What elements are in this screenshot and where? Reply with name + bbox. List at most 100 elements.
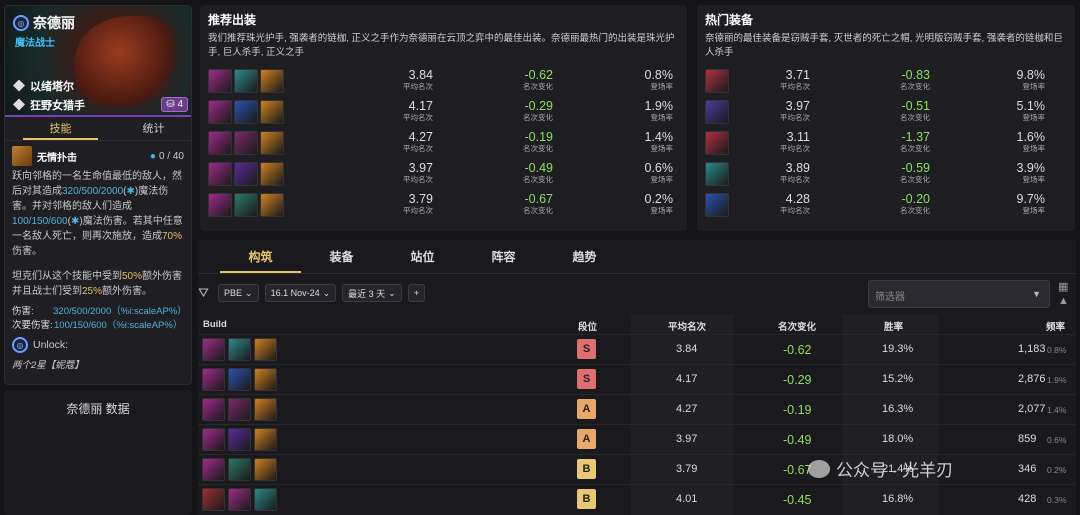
item-icon[interactable] [208,193,232,217]
item-icon[interactable] [228,338,251,361]
cell-freq: 346 [1018,463,1037,475]
stat-label: 登场率 [650,206,674,215]
table-header: Build 段位 平均名次 名次变化 胜率 频率 [198,314,1076,334]
item-icon[interactable] [208,162,232,186]
cell-win: 16.3% [882,403,914,415]
item-icon[interactable] [234,162,258,186]
hot-item-row[interactable]: 3.97 平均名次 -0.51 名次变化 5.1% 登场率 [705,97,1067,128]
item-icon[interactable] [202,488,225,511]
recommended-row[interactable]: 3.97 平均名次 -0.49 名次变化 0.6% 登场率 [208,159,679,190]
tier-badge: B [577,459,596,479]
add-filter-button[interactable]: + [407,284,425,302]
item-icon[interactable] [228,458,251,481]
table-row[interactable]: S 3.84 -0.62 19.3% 1,183 0.8% [198,334,1076,364]
recommended-row[interactable]: 4.27 平均名次 -0.19 名次变化 1.4% 登场率 [208,128,679,159]
item-icon[interactable] [260,100,284,124]
item-icon[interactable] [202,368,225,391]
item-icon[interactable] [234,100,258,124]
hot-title: 热门装备 [705,13,754,27]
table-row[interactable]: A 3.97 -0.49 18.0% 859 0.6% [198,424,1076,454]
item-icon[interactable] [208,69,232,93]
recommended-row[interactable]: 4.17 平均名次 -0.29 名次变化 1.9% 登场率 [208,97,679,128]
tab-skills[interactable]: 技能 [23,117,98,140]
build-items [202,488,277,511]
trait-item[interactable]: 狂野女猎手 [13,95,85,114]
champion-data-title: 奈德丽 数据 [66,402,130,416]
item-icon[interactable] [254,368,277,391]
item-icon[interactable] [228,428,251,451]
chart-view-icon[interactable]: ▲ [1058,294,1074,308]
tab-stats[interactable]: 统计 [116,117,191,140]
item-icon[interactable] [260,162,284,186]
item-icon[interactable] [202,458,225,481]
hot-item-row[interactable]: 3.89 平均名次 -0.59 名次变化 3.9% 登场率 [705,159,1067,190]
item-icon[interactable] [254,458,277,481]
stat-value: 0.8% [644,68,674,82]
skill-description: 跃向邻格的一名生命值最低的敌人，然后对其造成320/500/2000(✱)魔法伤… [12,171,183,257]
item-icon[interactable] [202,338,225,361]
stat-avg: 4.17 平均名次 [403,99,433,122]
recommended-row[interactable]: 3.84 平均名次 -0.62 名次变化 0.8% 登场率 [208,66,679,97]
item-icon[interactable] [234,131,258,155]
th-build[interactable]: Build [203,319,227,330]
th-avg[interactable]: 平均名次 [668,319,706,333]
skill-name: 无情扑击 [37,152,77,164]
filter-search-select[interactable]: 筛选器 ▼ [868,280,1050,308]
table-row[interactable]: S 4.17 -0.29 15.2% 2,876 1.9% [198,364,1076,394]
server-select[interactable]: PBE ⌄ [218,284,259,302]
hot-item-row[interactable]: 3.11 平均名次 -1.37 名次变化 1.6% 登场率 [705,128,1067,159]
item-icon[interactable] [260,131,284,155]
recommended-row[interactable]: 3.79 平均名次 -0.67 名次变化 0.2% 登场率 [208,190,679,221]
stat-chg: -0.19 名次变化 [523,130,553,153]
tab-trends[interactable]: 趋势 [544,240,625,273]
item-set [705,100,729,124]
item-icon[interactable] [208,131,232,155]
stat-label: 登场率 [1022,144,1046,153]
item-icon[interactable] [254,428,277,451]
item-icon[interactable] [234,193,258,217]
hot-item-row[interactable]: 4.28 平均名次 -0.20 名次变化 9.7% 登场率 [705,190,1067,221]
item-icon[interactable] [202,428,225,451]
item-icon[interactable] [254,398,277,421]
table-row[interactable]: B 4.01 -0.45 16.8% 428 0.3% [198,484,1076,514]
cell-freq-pct: 0.2% [1047,465,1067,475]
item-icon[interactable] [202,398,225,421]
patch-select[interactable]: 16.1 Nov-24 ⌄ [264,284,337,302]
item-icon[interactable] [254,338,277,361]
hot-item-row[interactable]: 3.71 平均名次 -0.83 名次变化 9.8% 登场率 [705,66,1067,97]
item-icon[interactable] [705,193,729,217]
table-view-icon[interactable]: ▦ [1058,280,1074,294]
item-icon[interactable] [228,368,251,391]
item-icon[interactable] [260,193,284,217]
tab-comps[interactable]: 阵容 [463,240,544,273]
item-set [208,162,284,186]
item-icon[interactable] [228,488,251,511]
item-icon[interactable] [705,100,729,124]
item-icon[interactable] [260,69,284,93]
trait-item[interactable]: 以绪塔尔 [13,76,85,95]
stat-avg: 3.79 平均名次 [403,192,433,215]
table-row[interactable]: A 4.27 -0.19 16.3% 2,077 1.4% [198,394,1076,424]
item-icon[interactable] [228,398,251,421]
item-icon[interactable] [208,100,232,124]
item-icon[interactable] [234,69,258,93]
stat-value: -0.67 [524,192,554,206]
item-icon[interactable] [254,488,277,511]
cell-freq: 859 [1018,433,1037,445]
filter-icon[interactable]: ⛛ [198,286,212,300]
th-frequency[interactable]: 频率 [1046,319,1065,333]
th-tier[interactable]: 段位 [578,319,597,333]
tab-items[interactable]: 装备 [301,240,382,273]
item-icon[interactable] [705,131,729,155]
th-winrate[interactable]: 胜率 [884,319,903,333]
stat-avg: 4.28 平均名次 [780,192,810,215]
stat-label: 平均名次 [403,113,433,122]
tab-positioning[interactable]: 站位 [382,240,463,273]
item-icon[interactable] [705,162,729,186]
tier-badge: A [577,399,596,419]
tab-builds[interactable]: 构筑 [220,240,301,273]
days-select[interactable]: 最近 3 天 ⌄ [342,284,402,302]
th-change[interactable]: 名次变化 [778,319,816,333]
stat-label: 名次变化 [900,82,930,91]
item-icon[interactable] [705,69,729,93]
